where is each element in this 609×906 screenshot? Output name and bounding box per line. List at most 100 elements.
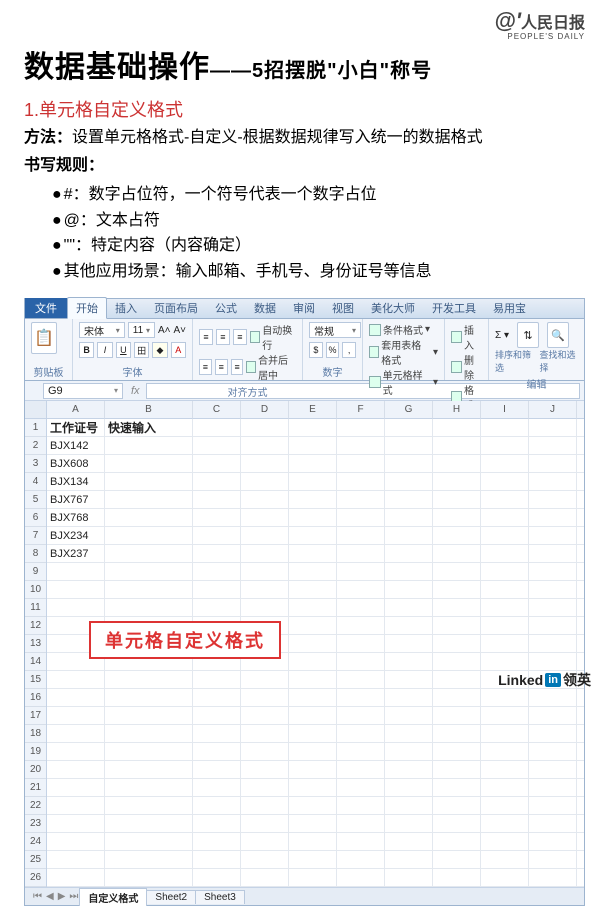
cell[interactable]: BJX608 — [47, 455, 105, 473]
col-header[interactable]: K — [577, 401, 584, 419]
row-header[interactable]: 13 — [25, 635, 46, 653]
cell[interactable] — [433, 869, 481, 887]
cell[interactable] — [241, 419, 289, 437]
cell[interactable] — [481, 599, 529, 617]
col-header[interactable]: I — [481, 401, 529, 419]
cell[interactable] — [385, 437, 433, 455]
cell[interactable] — [193, 563, 241, 581]
cell[interactable] — [481, 815, 529, 833]
cell[interactable] — [337, 527, 385, 545]
cell[interactable] — [241, 491, 289, 509]
cell[interactable] — [385, 491, 433, 509]
cell[interactable] — [529, 761, 577, 779]
cell[interactable] — [105, 689, 193, 707]
cell[interactable] — [337, 761, 385, 779]
cell[interactable] — [529, 779, 577, 797]
cell[interactable] — [481, 491, 529, 509]
cond-format-button[interactable]: 条件格式 ▾ — [369, 322, 438, 337]
cell[interactable] — [481, 689, 529, 707]
ribbon-tab[interactable]: 易用宝 — [485, 298, 535, 318]
cell[interactable] — [577, 455, 584, 473]
row-header[interactable]: 9 — [25, 563, 46, 581]
fx-icon[interactable]: fx — [131, 385, 140, 397]
cell[interactable]: 工作证号 — [47, 419, 105, 437]
cell[interactable] — [433, 509, 481, 527]
cell[interactable] — [105, 725, 193, 743]
cell[interactable] — [105, 527, 193, 545]
cell[interactable]: BJX237 — [47, 545, 105, 563]
cell[interactable] — [529, 707, 577, 725]
cell[interactable] — [105, 491, 193, 509]
cell[interactable] — [385, 581, 433, 599]
col-header[interactable]: C — [193, 401, 241, 419]
cell[interactable] — [289, 509, 337, 527]
cell[interactable]: BJX142 — [47, 437, 105, 455]
ribbon-tab[interactable]: 开发工具 — [424, 298, 485, 318]
cell[interactable] — [193, 725, 241, 743]
row-header[interactable]: 11 — [25, 599, 46, 617]
cell[interactable] — [433, 617, 481, 635]
cell[interactable] — [385, 869, 433, 887]
cell[interactable] — [481, 653, 529, 671]
cell[interactable] — [105, 581, 193, 599]
cell[interactable] — [481, 779, 529, 797]
cell[interactable] — [193, 581, 241, 599]
sheet-nav-next-icon[interactable]: ▶ — [56, 891, 68, 902]
cell[interactable] — [105, 833, 193, 851]
row-header[interactable]: 7 — [25, 527, 46, 545]
cell[interactable] — [193, 671, 241, 689]
cell[interactable] — [289, 815, 337, 833]
cell[interactable] — [289, 689, 337, 707]
cell-style-button[interactable]: 单元格样式 ▾ — [369, 367, 438, 397]
cell[interactable] — [241, 437, 289, 455]
cell[interactable] — [433, 545, 481, 563]
cell[interactable] — [241, 725, 289, 743]
cell[interactable] — [433, 815, 481, 833]
cell[interactable] — [577, 491, 584, 509]
sort-filter-button[interactable]: ⇅ — [517, 322, 539, 348]
cell[interactable] — [241, 527, 289, 545]
cell[interactable] — [577, 527, 584, 545]
cell[interactable] — [105, 563, 193, 581]
cell[interactable] — [241, 473, 289, 491]
cell[interactable] — [529, 635, 577, 653]
cell[interactable] — [529, 725, 577, 743]
cell[interactable] — [385, 455, 433, 473]
align-mid-icon[interactable]: ≡ — [216, 329, 230, 345]
sheet-nav-first-icon[interactable]: ⏮ — [31, 891, 44, 902]
col-header[interactable]: F — [337, 401, 385, 419]
cell[interactable] — [385, 419, 433, 437]
col-header[interactable]: H — [433, 401, 481, 419]
cell[interactable] — [433, 635, 481, 653]
cell[interactable] — [289, 725, 337, 743]
name-box[interactable]: G9▾ — [43, 383, 123, 399]
paste-button[interactable]: 📋 — [31, 322, 57, 354]
cell[interactable] — [193, 743, 241, 761]
cell[interactable] — [289, 797, 337, 815]
row-header[interactable]: 23 — [25, 815, 46, 833]
cell[interactable] — [529, 491, 577, 509]
cell[interactable] — [337, 671, 385, 689]
cell[interactable] — [433, 707, 481, 725]
cell[interactable] — [289, 491, 337, 509]
cell[interactable] — [241, 581, 289, 599]
cell[interactable] — [105, 437, 193, 455]
cell[interactable] — [289, 419, 337, 437]
cell[interactable] — [481, 635, 529, 653]
cell[interactable] — [337, 473, 385, 491]
cell[interactable] — [577, 545, 584, 563]
cell[interactable] — [289, 671, 337, 689]
cell[interactable] — [577, 437, 584, 455]
sheet-tab[interactable]: Sheet2 — [146, 890, 196, 904]
cell[interactable] — [193, 689, 241, 707]
cell[interactable] — [289, 455, 337, 473]
cell[interactable] — [577, 563, 584, 581]
sheet-tab[interactable]: Sheet3 — [195, 890, 245, 904]
row-header[interactable]: 17 — [25, 707, 46, 725]
cell[interactable] — [105, 815, 193, 833]
cell[interactable]: BJX134 — [47, 473, 105, 491]
cell[interactable] — [385, 653, 433, 671]
find-select-button[interactable]: 🔍 — [547, 322, 569, 348]
cell[interactable] — [337, 869, 385, 887]
cell[interactable] — [577, 761, 584, 779]
